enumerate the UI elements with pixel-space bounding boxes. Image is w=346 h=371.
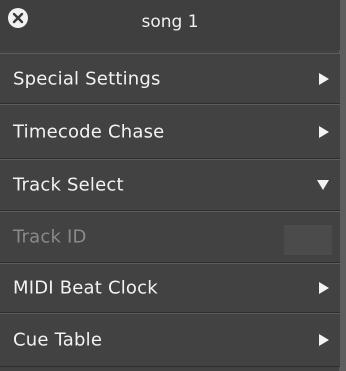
menu-item-track-select[interactable]: Track Select bbox=[0, 159, 340, 211]
chevron-right-icon bbox=[319, 125, 329, 138]
chevron-down-icon bbox=[317, 180, 329, 190]
menu-item-special-settings[interactable]: Special Settings bbox=[0, 53, 340, 104]
menu-item-label: Track Select bbox=[13, 174, 124, 196]
menu-item-label: MIDI Beat Clock bbox=[13, 277, 158, 299]
menu-item-label: Cue Table bbox=[13, 329, 103, 351]
window-frame-edge bbox=[340, 0, 346, 371]
menu-item-cue-table[interactable]: Cue Table bbox=[0, 313, 340, 367]
menu-item-timecode-chase[interactable]: Timecode Chase bbox=[0, 104, 340, 159]
chevron-right-icon bbox=[319, 72, 329, 85]
menu-item-label: Track ID bbox=[13, 226, 87, 248]
menu-item-track-id: Track ID bbox=[0, 211, 340, 263]
menu-item-midi-beat-clock[interactable]: MIDI Beat Clock bbox=[0, 263, 340, 313]
menu-item-label: Timecode Chase bbox=[13, 121, 165, 142]
menu-item-label: Special Settings bbox=[13, 68, 161, 89]
chevron-right-icon bbox=[319, 334, 329, 346]
chevron-right-icon bbox=[319, 282, 329, 294]
track-id-field bbox=[284, 225, 332, 255]
settings-panel: song 1 Special Settings Timecode Chase T… bbox=[0, 0, 340, 371]
title-bar: song 1 bbox=[0, 0, 340, 50]
window-title: song 1 bbox=[141, 12, 199, 32]
